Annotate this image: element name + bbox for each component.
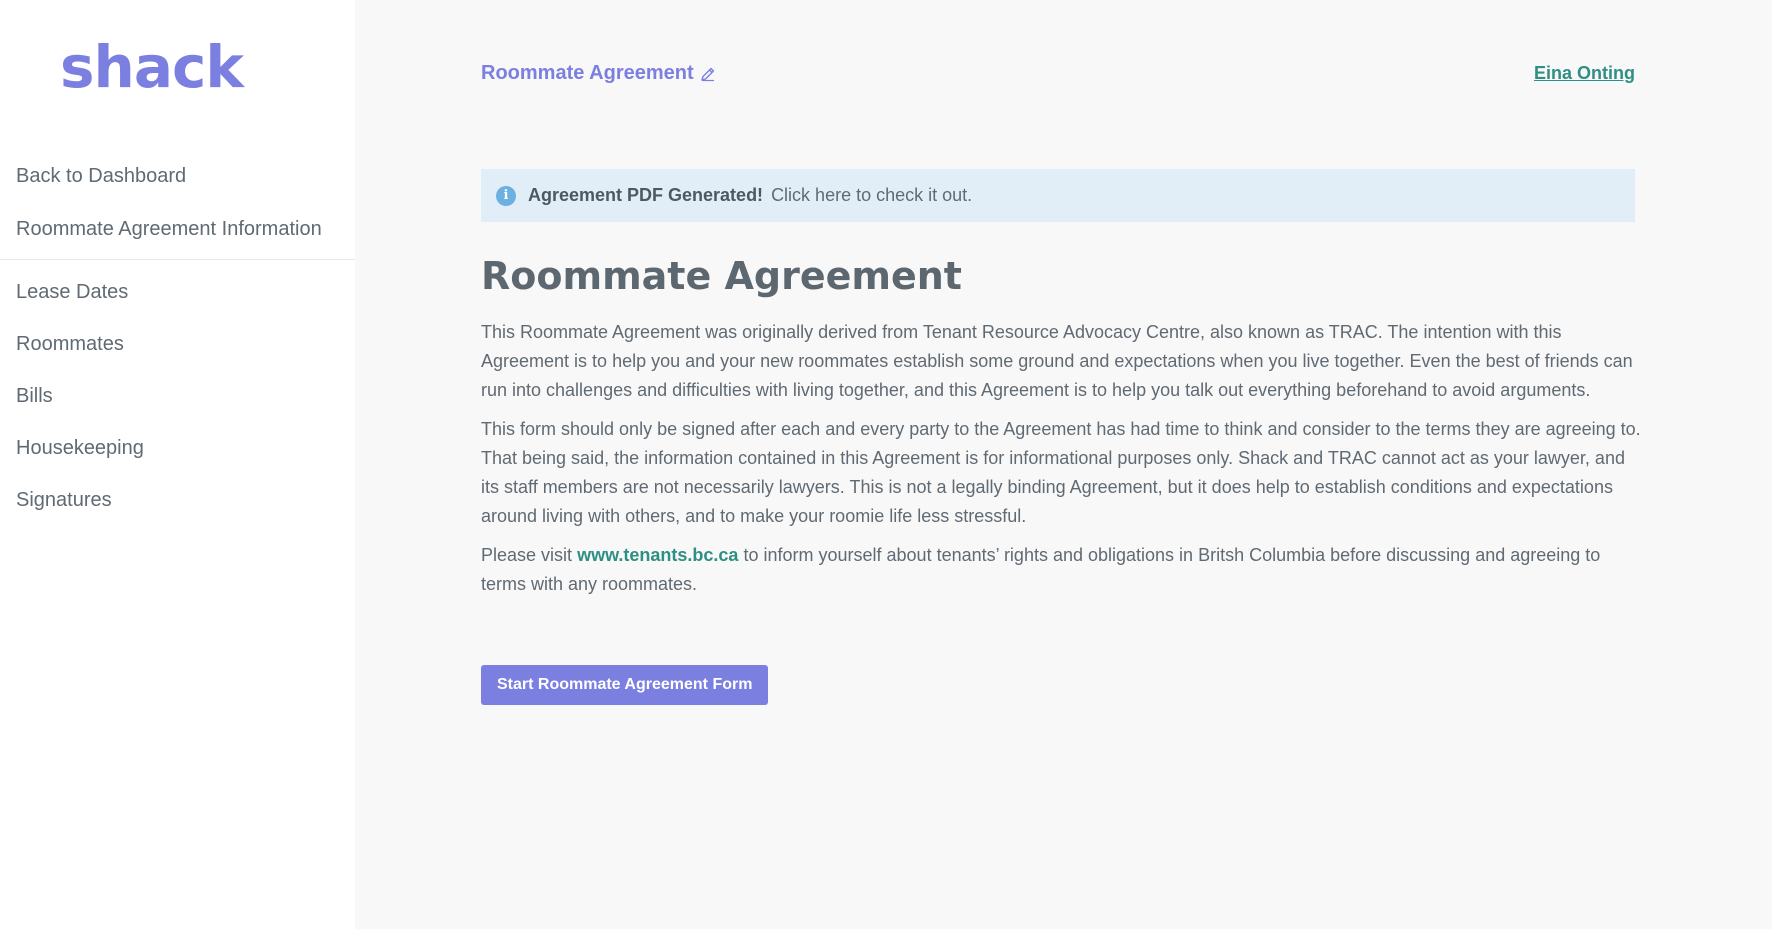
intro-paragraph-3: Please visit www.tenants.bc.ca to inform… [481,541,1641,599]
sidebar: shack Back to Dashboard Roommate Agreeme… [0,0,355,929]
sidebar-nav: Back to Dashboard Roommate Agreement Inf… [0,160,355,536]
sidebar-item-agreement-information[interactable]: Roommate Agreement Information [0,213,355,260]
intro-paragraph-2: This form should only be signed after ea… [481,419,1641,526]
sidebar-item-roommates[interactable]: Roommates [0,328,355,360]
sidebar-item-signatures[interactable]: Signatures [0,484,355,516]
start-agreement-form-button[interactable]: Start Roommate Agreement Form [481,665,769,705]
document-title[interactable]: Roommate Agreement [481,62,716,85]
page-title: Roommate Agreement [481,254,962,298]
para3-before: Please visit [481,545,573,565]
main-content: Roommate Agreement Eina Onting i Agreeme… [355,0,1772,929]
info-icon: i [496,185,516,206]
back-to-dashboard-link[interactable]: Back to Dashboard [0,160,355,192]
app: shack Back to Dashboard Roommate Agreeme… [0,0,1772,929]
sidebar-item-lease-dates[interactable]: Lease Dates [0,276,355,308]
alert-text: Click here to check it out. [771,185,973,205]
intro-paragraph-1: This Roommate Agreement was originally d… [481,322,1633,400]
pencil-icon[interactable] [700,66,716,82]
top-bar: Roommate Agreement Eina Onting [481,62,1635,85]
pdf-generated-alert[interactable]: i Agreement PDF Generated! Click here to… [481,169,1635,222]
sidebar-item-bills[interactable]: Bills [0,380,355,412]
tenants-bc-link[interactable]: www.tenants.bc.ca [577,545,738,565]
sidebar-item-housekeeping[interactable]: Housekeeping [0,432,355,464]
document-title-text: Roommate Agreement [481,62,694,84]
user-name-link[interactable]: Eina Onting [1534,63,1635,84]
agreement-intro: Roommate Agreement This Roommate Agreeme… [481,250,1641,609]
logo[interactable]: shack [60,38,244,96]
alert-title: Agreement PDF Generated! [528,185,764,205]
